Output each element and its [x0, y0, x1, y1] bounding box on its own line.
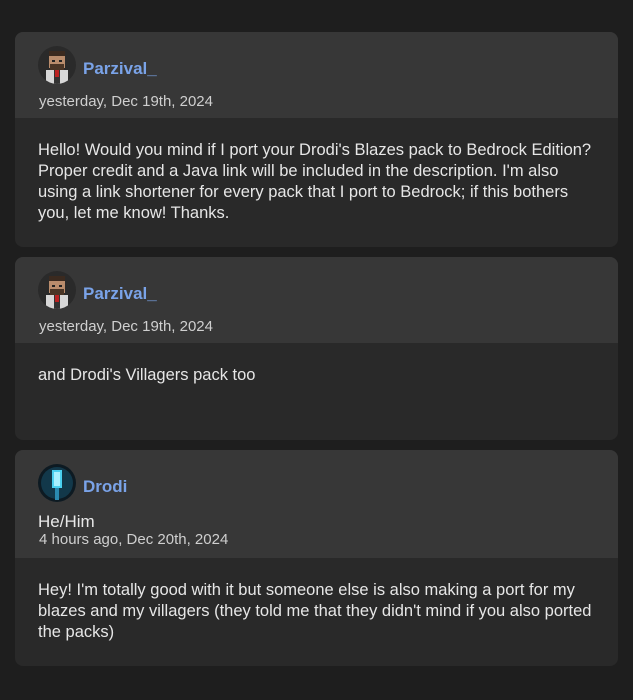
comment-text: Hello! Would you mind if I port your Dro… — [38, 141, 592, 222]
comment-header: Drodi He/Him 4 hours ago, Dec 20th, 2024 — [15, 450, 618, 558]
comments-page: Parzival_ yesterday, Dec 19th, 2024 Hell… — [0, 0, 633, 700]
comment-date: yesterday, Dec 19th, 2024 — [39, 93, 213, 110]
comment-date: yesterday, Dec 19th, 2024 — [39, 318, 213, 335]
comment-text: Hey! I'm totally good with it but someon… — [38, 581, 592, 641]
comment-card: Drodi He/Him 4 hours ago, Dec 20th, 2024… — [15, 450, 618, 666]
parzival-avatar-icon[interactable] — [38, 46, 76, 84]
parzival-avatar-icon[interactable] — [38, 271, 76, 309]
user-pronouns: He/Him — [38, 512, 95, 531]
comment-username[interactable]: Parzival_ — [83, 284, 157, 304]
drodi-avatar-icon[interactable] — [38, 464, 76, 502]
comment-date: 4 hours ago, Dec 20th, 2024 — [39, 531, 229, 548]
comment-header: Parzival_ yesterday, Dec 19th, 2024 — [15, 257, 618, 343]
comment-header: Parzival_ yesterday, Dec 19th, 2024 — [15, 32, 618, 118]
comment-card: Parzival_ yesterday, Dec 19th, 2024 Hell… — [15, 32, 618, 247]
comment-username[interactable]: Drodi — [83, 477, 127, 497]
comment-card: Parzival_ yesterday, Dec 19th, 2024 and … — [15, 257, 618, 440]
comment-text: and Drodi's Villagers pack too — [38, 366, 256, 384]
comment-username[interactable]: Parzival_ — [83, 59, 157, 79]
